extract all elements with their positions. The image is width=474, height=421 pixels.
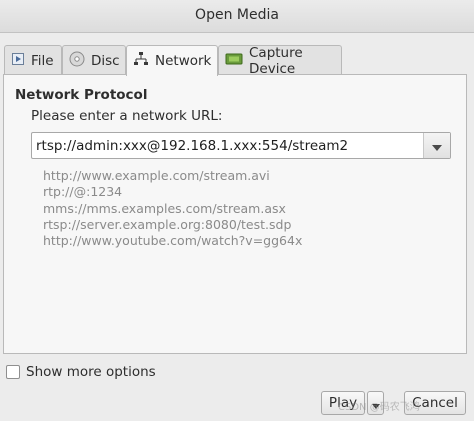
url-example: rtsp://server.example.org:8080/test.sdp: [43, 216, 292, 232]
tab-disc-label: Disc: [91, 52, 120, 69]
network-icon: [133, 51, 149, 71]
url-example: rtp://@:1234: [43, 184, 123, 200]
tab-capture-device-label: Capture Device: [249, 44, 303, 77]
network-url-combobox[interactable]: rtsp://admin:xxx@192.168.1.xxx:554/strea…: [31, 132, 451, 159]
chevron-down-icon: [371, 394, 380, 413]
capture-device-icon: [225, 51, 243, 71]
play-button-label: Play: [328, 395, 358, 411]
show-more-options[interactable]: Show more options: [6, 364, 156, 380]
play-options-dropdown[interactable]: [367, 391, 384, 415]
tab-network[interactable]: Network: [126, 45, 218, 76]
url-prompt-label: Please enter a network URL:: [31, 108, 223, 124]
chevron-down-icon: [432, 136, 442, 155]
url-dropdown-button[interactable]: [423, 133, 450, 158]
tab-file-label: File: [31, 52, 54, 69]
disc-icon: [69, 51, 85, 71]
url-example: http://www.example.com/stream.avi: [43, 168, 270, 183]
show-more-options-label: Show more options: [26, 364, 156, 380]
url-example: mms://mms.examples.com/stream.asx: [43, 200, 286, 216]
tab-network-label: Network: [155, 53, 212, 69]
tab-file[interactable]: File: [4, 45, 62, 75]
show-more-options-checkbox[interactable]: [6, 365, 20, 379]
tab-capture-device[interactable]: Capture Device: [218, 44, 342, 77]
url-example: http://www.youtube.com/watch?v=gg64x: [43, 233, 303, 249]
window-title: Open Media: [195, 7, 279, 23]
url-examples: http://www.example.com/stream.avi rtp://…: [43, 168, 302, 249]
network-protocol-heading: Network Protocol: [15, 87, 148, 103]
network-url-input[interactable]: rtsp://admin:xxx@192.168.1.xxx:554/strea…: [32, 138, 423, 154]
cancel-button-label: Cancel: [412, 395, 458, 411]
tab-disc[interactable]: Disc: [62, 45, 126, 75]
play-button[interactable]: Play: [321, 391, 365, 415]
network-panel: Network Protocol Please enter a network …: [3, 74, 467, 354]
file-icon: [11, 52, 25, 70]
title-bar: Open Media: [0, 0, 474, 33]
cancel-button[interactable]: Cancel: [404, 391, 466, 415]
